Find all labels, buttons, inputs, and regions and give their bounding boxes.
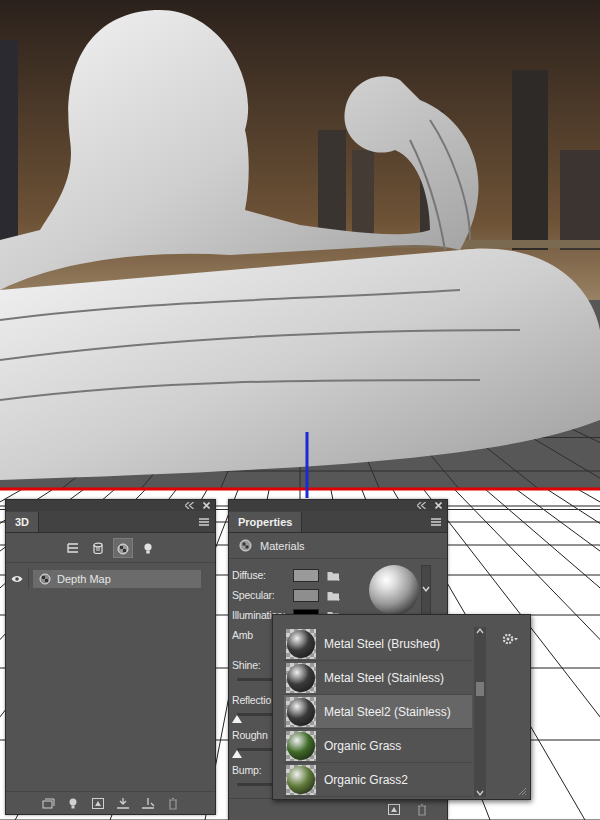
panel-menu-icon[interactable] bbox=[199, 518, 209, 526]
slider-thumb[interactable] bbox=[232, 750, 242, 758]
texture-row: Specular: bbox=[229, 585, 369, 605]
panel-toolbar bbox=[229, 798, 447, 820]
light-icon bbox=[141, 542, 155, 555]
material-item[interactable]: Organic Grass2 bbox=[284, 763, 472, 797]
ground-icon[interactable] bbox=[116, 797, 130, 810]
material-label: Metal Steel (Brushed) bbox=[324, 637, 440, 651]
material-picker: Metal Steel (Brushed) Metal Steel (Stainl… bbox=[272, 614, 531, 800]
close-icon[interactable] bbox=[203, 502, 210, 509]
material-thumbnail bbox=[287, 630, 315, 658]
thumbnail-frame bbox=[286, 697, 316, 727]
filter-button[interactable] bbox=[63, 538, 83, 558]
panel-tab[interactable]: 3D bbox=[6, 512, 39, 532]
delete-icon[interactable] bbox=[166, 797, 180, 810]
3d-panel: 3D Depth Map bbox=[5, 499, 216, 815]
thumbnail-frame bbox=[286, 765, 316, 795]
new-light-icon[interactable] bbox=[66, 797, 80, 810]
new-mesh-icon[interactable] bbox=[41, 797, 55, 810]
material-icon bbox=[239, 539, 252, 552]
scroll-thumb[interactable] bbox=[476, 682, 484, 696]
material-item[interactable]: Organic Grass bbox=[284, 729, 472, 763]
color-swatch[interactable] bbox=[293, 569, 319, 582]
filter-button[interactable] bbox=[113, 538, 133, 558]
gear-icon[interactable] bbox=[502, 633, 518, 645]
visibility-toggle[interactable] bbox=[6, 575, 28, 583]
folder-icon[interactable] bbox=[327, 570, 341, 581]
eye-icon bbox=[11, 575, 23, 583]
scene-icon bbox=[66, 542, 80, 555]
layer-label: Depth Map bbox=[57, 573, 111, 585]
panel-titlebar bbox=[6, 500, 215, 511]
texture-row: Diffuse: bbox=[229, 565, 369, 585]
thumbnail-frame bbox=[286, 629, 316, 659]
material-thumbnail bbox=[287, 732, 315, 760]
material-layer-icon bbox=[39, 573, 51, 585]
empty-area bbox=[6, 589, 215, 791]
material-label: Organic Grass2 bbox=[324, 773, 408, 787]
panel-tabbar: Properties bbox=[229, 511, 447, 533]
thumbnail-frame bbox=[286, 731, 316, 761]
filter-bar bbox=[6, 533, 215, 562]
drop-icon[interactable] bbox=[141, 797, 155, 810]
panel-tab[interactable]: Properties bbox=[229, 512, 302, 532]
material-thumbnail bbox=[287, 698, 315, 726]
render-icon[interactable] bbox=[387, 803, 401, 816]
scrollbar[interactable] bbox=[474, 627, 486, 797]
thumbnail-frame bbox=[286, 663, 316, 693]
scroll-down-icon[interactable] bbox=[476, 789, 484, 797]
render-icon[interactable] bbox=[91, 797, 105, 810]
panel-menu-icon[interactable] bbox=[431, 518, 441, 526]
material-item[interactable]: Metal Steel (Stainless) bbox=[284, 661, 472, 695]
section-title: Materials bbox=[260, 540, 305, 552]
material-label: Metal Steel2 (Stainless) bbox=[324, 705, 451, 719]
collapse-icon[interactable] bbox=[417, 502, 426, 509]
field-label: Specular: bbox=[229, 589, 293, 601]
mesh-icon bbox=[91, 542, 105, 555]
material-label: Metal Steel (Stainless) bbox=[324, 671, 444, 685]
layer-list: Depth Map bbox=[6, 562, 215, 589]
folder-icon[interactable] bbox=[327, 590, 341, 601]
separator bbox=[28, 569, 29, 589]
delete-icon[interactable] bbox=[415, 803, 429, 816]
material-thumbnail bbox=[287, 766, 315, 794]
scroll-up-icon[interactable] bbox=[476, 627, 484, 635]
field-label: Diffuse: bbox=[229, 569, 293, 581]
layer-row[interactable]: Depth Map bbox=[33, 570, 201, 588]
material-item[interactable]: Metal Steel (Brushed) bbox=[284, 627, 472, 661]
material-thumbnail bbox=[287, 664, 315, 692]
panel-tabbar: 3D bbox=[6, 511, 215, 533]
resize-grip-icon[interactable] bbox=[517, 786, 527, 796]
material-list: Metal Steel (Brushed) Metal Steel (Stainl… bbox=[284, 627, 472, 799]
material-label: Organic Grass bbox=[324, 739, 401, 753]
slider-thumb[interactable] bbox=[232, 715, 242, 723]
panel-titlebar bbox=[229, 500, 447, 511]
filter-button[interactable] bbox=[138, 538, 158, 558]
material-icon bbox=[116, 542, 130, 555]
close-icon[interactable] bbox=[435, 502, 442, 509]
material-item[interactable]: Metal Steel2 (Stainless) bbox=[284, 695, 472, 729]
section-header: Materials bbox=[229, 533, 447, 559]
panel-toolbar bbox=[6, 791, 215, 814]
preview-sphere bbox=[369, 565, 419, 615]
collapse-icon[interactable] bbox=[185, 502, 194, 509]
color-swatch[interactable] bbox=[293, 589, 319, 602]
layer-item: Depth Map bbox=[6, 569, 215, 589]
filter-button[interactable] bbox=[88, 538, 108, 558]
